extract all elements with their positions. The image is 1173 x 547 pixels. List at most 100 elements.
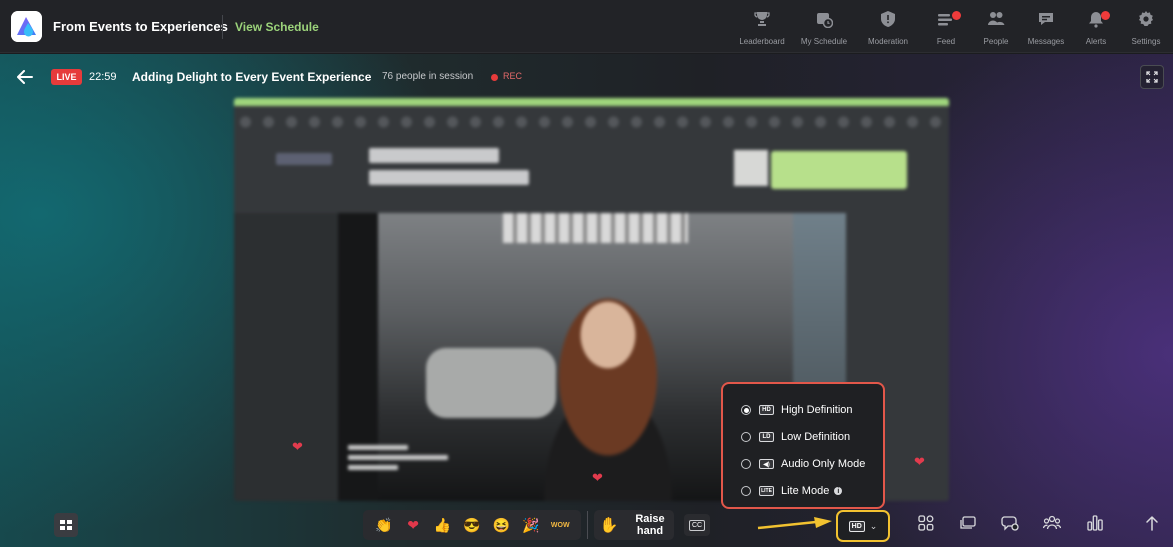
polls-button[interactable] xyxy=(1082,510,1108,536)
slide-logo xyxy=(276,153,332,165)
presenter-background xyxy=(503,213,688,243)
groups-button[interactable] xyxy=(1039,510,1065,536)
video-decoration xyxy=(234,112,949,132)
chevron-down-icon: ⌄ xyxy=(869,520,878,531)
radio-selected-icon xyxy=(741,405,751,415)
quality-option-low-definition[interactable]: LD Low Definition xyxy=(741,427,850,447)
captions-button[interactable]: CC xyxy=(684,514,710,536)
qna-button[interactable] xyxy=(997,510,1023,536)
nav-label: Settings xyxy=(1131,37,1161,46)
cool-reaction-icon[interactable]: 😎 xyxy=(462,515,482,535)
slides-icon xyxy=(960,516,976,529)
expand-up-icon xyxy=(1146,515,1158,531)
radio-icon xyxy=(741,432,751,442)
presenter-name-tag xyxy=(348,445,458,475)
party-reaction-icon[interactable]: 🎉 xyxy=(521,515,541,535)
quality-option-label: High Definition xyxy=(781,404,853,416)
presenter xyxy=(543,287,673,501)
session-title: Adding Delight to Every Event Experience xyxy=(132,70,372,84)
raise-hand-button[interactable]: ✋ Raise hand xyxy=(594,510,674,540)
hand-icon: ✋ xyxy=(599,517,619,534)
messages-icon xyxy=(1039,13,1053,25)
floating-heart-icon: ❤ xyxy=(592,470,603,485)
video-accent-strip xyxy=(234,98,949,106)
attendee-count: 76 people in session xyxy=(382,71,474,82)
nav-moderation[interactable]: Moderation xyxy=(858,8,918,48)
nav-label: People xyxy=(983,37,1009,46)
ld-icon: LD xyxy=(759,432,774,442)
nav-leaderboard[interactable]: Leaderboard xyxy=(732,8,792,48)
people-icon xyxy=(988,12,1005,25)
cc-icon: CC xyxy=(688,519,706,531)
poll-icon xyxy=(1087,515,1103,531)
apps-button[interactable] xyxy=(913,510,939,536)
raise-hand-label: Raise hand xyxy=(635,513,665,537)
quality-option-high-definition[interactable]: HD High Definition xyxy=(741,400,853,420)
live-badge: LIVE xyxy=(51,69,82,85)
qr-code xyxy=(734,150,768,186)
floating-heart-icon: ❤ xyxy=(914,454,925,469)
expand-icon xyxy=(1146,71,1158,83)
cubes-icon xyxy=(60,520,72,530)
nav-label: My Schedule xyxy=(800,37,848,46)
shield-icon xyxy=(881,11,895,27)
rec-indicator-icon xyxy=(491,74,498,81)
rec-label: REC xyxy=(503,71,523,81)
nav-settings[interactable]: Settings xyxy=(1116,8,1173,48)
slide-callout xyxy=(771,151,907,189)
groups-icon xyxy=(1043,515,1061,530)
collapse-panel-button[interactable] xyxy=(1139,510,1165,536)
clap-reaction-icon[interactable]: 👏 xyxy=(374,515,394,535)
quality-option-audio-only[interactable]: ◀) Audio Only Mode xyxy=(741,454,865,474)
apps-icon xyxy=(918,515,934,531)
video-side-panel xyxy=(234,213,338,501)
session-stage: LIVE 22:59 Adding Delight to Every Event… xyxy=(0,54,1173,547)
wow-reaction-icon[interactable]: WOW xyxy=(550,515,570,535)
quality-option-label: Audio Only Mode xyxy=(781,458,866,470)
divider xyxy=(222,15,223,39)
radio-icon xyxy=(741,486,751,496)
quality-option-label: Lite Mode xyxy=(781,485,830,497)
video-quality-selector[interactable]: HD ⌄ xyxy=(836,510,890,542)
nav-label: Alerts xyxy=(1085,37,1107,46)
app-logo[interactable] xyxy=(11,11,42,42)
info-icon[interactable]: i xyxy=(834,487,843,495)
session-bar: LIVE 22:59 Adding Delight to Every Event… xyxy=(0,54,1173,98)
floating-heart-icon: ❤ xyxy=(292,439,303,454)
nav-label: Feed xyxy=(936,37,956,46)
hd-icon: HD xyxy=(848,520,865,532)
back-button[interactable] xyxy=(11,63,39,91)
radio-icon xyxy=(741,459,751,469)
calendar-clock-icon xyxy=(817,13,833,28)
presenter-background xyxy=(426,348,556,418)
fullscreen-button[interactable] xyxy=(1140,65,1164,89)
event-title: From Events to Experiences xyxy=(53,19,228,34)
lite-icon: LITE xyxy=(759,486,774,496)
nav-label: Leaderboard xyxy=(739,37,785,46)
slides-button[interactable] xyxy=(955,510,981,536)
quality-option-label: Low Definition xyxy=(781,431,851,443)
hd-icon: HD xyxy=(759,405,774,415)
qna-icon xyxy=(1001,516,1019,531)
arrow-pointer-icon xyxy=(757,517,832,530)
notification-badge xyxy=(1101,11,1110,20)
slide-heading xyxy=(369,148,539,192)
trophy-icon xyxy=(754,12,770,26)
laugh-reaction-icon[interactable]: 😆 xyxy=(491,515,511,535)
top-bar: From Events to Experiences View Schedule… xyxy=(0,0,1173,53)
nav-label: Messages xyxy=(1027,37,1065,46)
quality-option-lite-mode[interactable]: LITE Lite Mode i xyxy=(741,481,843,501)
session-timer: 22:59 xyxy=(89,71,117,83)
heart-reaction-icon[interactable]: ❤ xyxy=(403,515,423,535)
nav-my-schedule[interactable]: My Schedule xyxy=(794,8,854,48)
divider xyxy=(587,511,588,539)
speaker-icon: ◀) xyxy=(759,459,774,469)
arrow-left-icon xyxy=(17,70,33,84)
thumbs-up-reaction-icon[interactable]: 👍 xyxy=(433,515,453,535)
notification-badge xyxy=(952,11,961,20)
reaction-tray: 👏 ❤ 👍 😎 😆 🎉 WOW xyxy=(363,510,581,540)
gear-icon xyxy=(1139,11,1153,26)
sponsor-button[interactable] xyxy=(54,513,78,537)
view-schedule-link[interactable]: View Schedule xyxy=(235,20,319,34)
video-quality-menu: HD High Definition LD Low Definition ◀) … xyxy=(721,382,885,509)
